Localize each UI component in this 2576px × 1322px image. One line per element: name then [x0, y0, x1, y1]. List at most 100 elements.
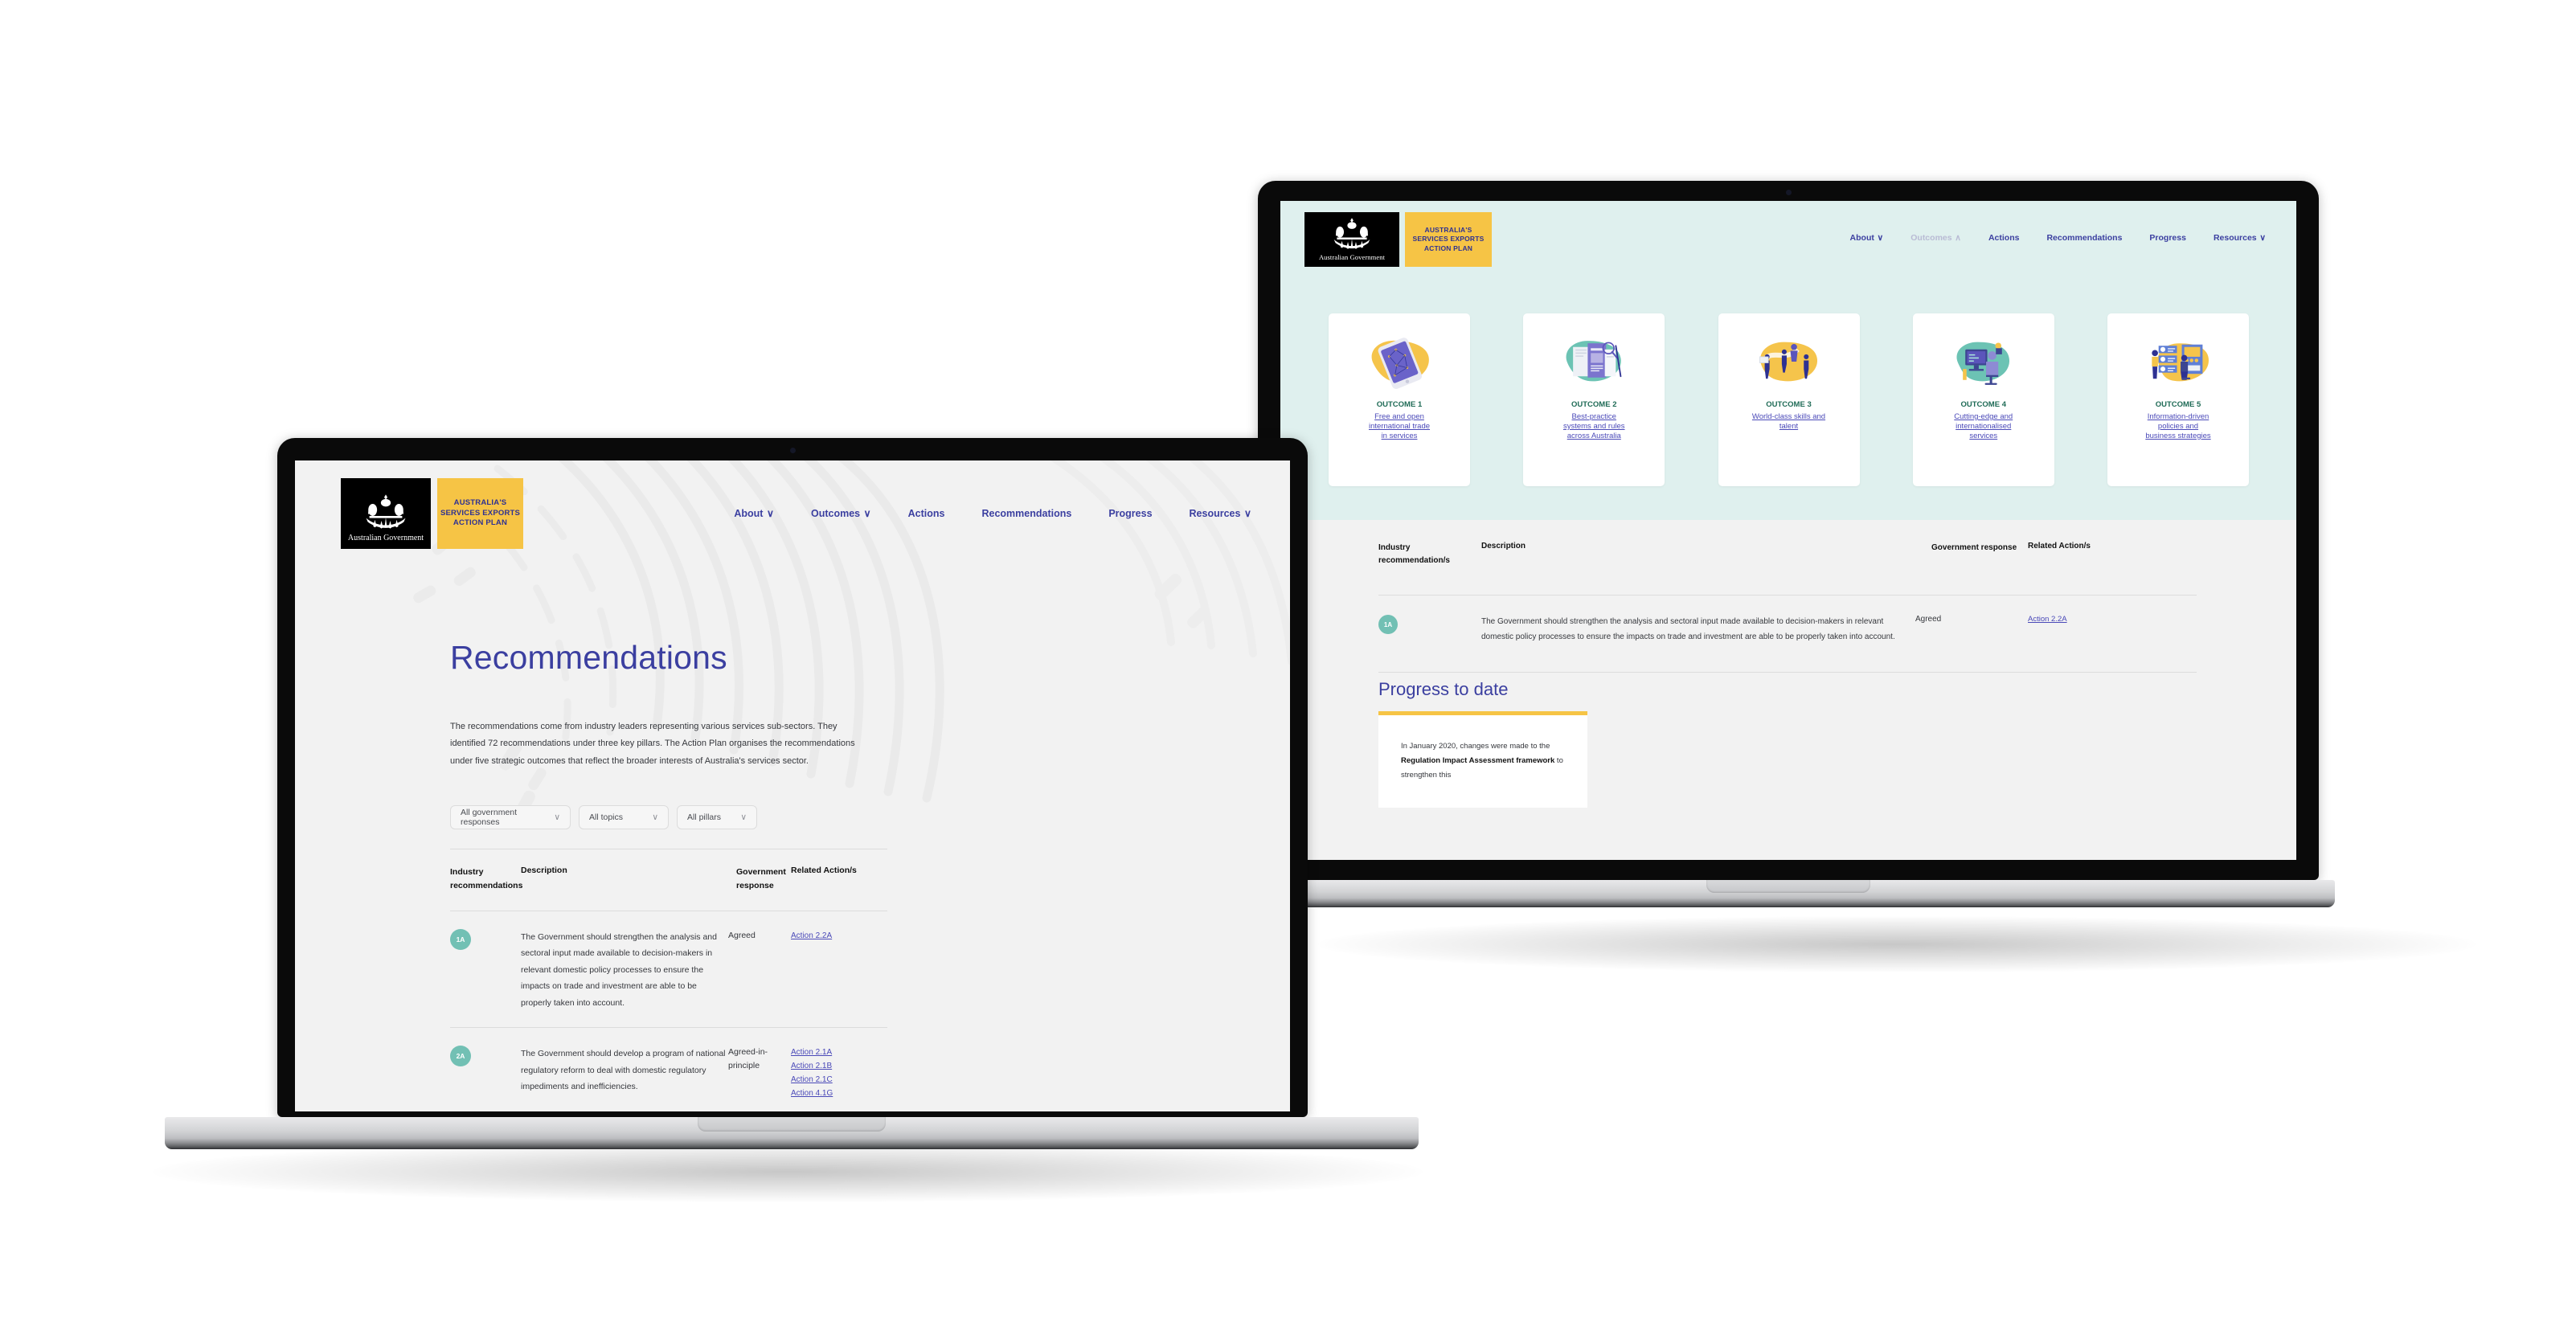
outcome-card-2[interactable]: OUTCOME 2 Best-practice systems and rule… [1523, 313, 1665, 486]
brand-line-1: AUSTRALIA'S [453, 497, 507, 507]
outcome-card-3[interactable]: OUTCOME 3 World-class skills and talent [1718, 313, 1860, 486]
outcome-card-4-link[interactable]: Cutting-edge and internationalised servi… [1947, 412, 2021, 441]
brand-line-2: SERVICES EXPORTS [1412, 235, 1485, 244]
left-row-2-response: Agreed-in-principle [728, 1047, 768, 1071]
government-logo-text-right: Australian Government [1318, 253, 1386, 261]
documents-magnifier-illustration-icon [1566, 341, 1622, 382]
nav-item-resources[interactable]: Resources ∨ [1189, 507, 1251, 520]
nav-label-resources: Resources [2213, 233, 2257, 243]
right-site-root: Australian Government AUSTRALIA'S SERVIC… [1280, 201, 2296, 860]
left-row-1-description: The Government should strengthen the ana… [521, 931, 717, 1008]
chevron-down-icon: ∨ [766, 508, 774, 519]
table-row: 1A The Government should strengthen the … [1378, 595, 2197, 645]
outcome-card-5[interactable]: OUTCOME 5 Information-driven policies an… [2107, 313, 2249, 486]
nav-label-actions: Actions [1988, 233, 2020, 243]
brand-line-3: ACTION PLAN [453, 518, 508, 528]
nav-label-about: About [1849, 233, 1874, 243]
filter-pillars[interactable]: All pillars ∨ [677, 805, 757, 830]
progress-to-date-title: Progress to date [1378, 679, 1509, 699]
nav-item-recommendations[interactable]: Recommendations [981, 508, 1071, 519]
related-action-link[interactable]: Action 2.1C [791, 1073, 887, 1087]
left-main-content: Recommendations The recommendations come… [450, 639, 1157, 1111]
left-laptop-camera [789, 448, 796, 453]
brand-line-2: SERVICES EXPORTS [440, 508, 521, 518]
right-recommendations-table: Industry recommendation/s Description Go… [1378, 542, 2197, 673]
outcome-cards-row: OUTCOME 1 Free and open international tr… [1329, 313, 2249, 486]
filter-government-responses-value: All government responses [461, 808, 518, 828]
outcome-card-5-caption: OUTCOME 5 [2155, 400, 2201, 409]
right-th-actions: Related Action/s [2028, 542, 2091, 550]
related-action-link[interactable]: Action 2.1B [791, 1059, 887, 1073]
nav-item-about[interactable]: About ∨ [1850, 233, 1884, 243]
nav-label-progress: Progress [1108, 507, 1153, 519]
primary-nav-right: About ∨ Outcomes ∧ Actions Recommendatio… [1850, 233, 2266, 243]
left-th-actions: Related Action/s [791, 866, 857, 876]
outcome-card-4[interactable]: OUTCOME 4 Cutting-edge and international… [1912, 313, 2054, 486]
left-row-2-badge: 2A [450, 1046, 471, 1067]
nav-label-recommendations: Recommendations [981, 507, 1072, 519]
nav-label-outcomes: Outcomes [810, 507, 861, 519]
right-th-response: Government response [1931, 543, 2017, 552]
progress-text-part1: In January 2020, changes were made to th… [1401, 742, 1550, 751]
outcome-card-3-caption: OUTCOME 3 [1766, 400, 1812, 409]
nav-item-progress[interactable]: Progress [1108, 508, 1152, 519]
brand-line-1: AUSTRALIA'S [1424, 225, 1472, 234]
right-table-bottom-rule [1378, 672, 2197, 673]
left-laptop-base [165, 1117, 1419, 1149]
government-logo-left[interactable]: Australian Government [341, 478, 431, 549]
nav-item-recommendations[interactable]: Recommendations [2046, 233, 2122, 243]
left-th-response: Government response [736, 867, 786, 891]
outcome-card-1-link[interactable]: Free and open international trade in ser… [1366, 412, 1432, 441]
left-row-1-badge: 1A [450, 928, 471, 950]
commonwealth-crest-icon [366, 494, 406, 529]
right-row-1-response: Agreed [1915, 615, 1942, 624]
outcome-card-2-caption: OUTCOME 2 [1571, 400, 1617, 409]
right-table-header: Industry recommendation/s Description Go… [1378, 542, 2197, 567]
outcome-card-3-link[interactable]: World-class skills and talent [1752, 412, 1826, 432]
dashboard-people-illustration-icon [2152, 343, 2209, 382]
left-row-1-response: Agreed [728, 930, 756, 940]
chevron-down-icon: ∨ [1243, 508, 1251, 519]
left-site-root: Australian Government AUSTRALIA'S SERVIC… [295, 460, 1290, 1111]
primary-nav-left: About ∨ Outcomes ∨ Actions Recommendatio… [734, 507, 1251, 520]
nav-item-progress[interactable]: Progress [2149, 233, 2186, 243]
progress-to-date-section: Progress to date In January 2020, change… [1378, 679, 2197, 808]
left-th-industry: Industry recommendations [450, 867, 523, 891]
nav-label-resources: Resources [1189, 507, 1241, 519]
nav-item-about[interactable]: About ∨ [734, 507, 774, 520]
chevron-down-icon: ∨ [2259, 233, 2266, 243]
filter-topics[interactable]: All topics ∨ [579, 805, 669, 830]
progress-text-bold: Regulation Impact Assessment framework [1401, 756, 1555, 766]
outcome-card-5-link[interactable]: Information-driven policies and business… [2145, 412, 2211, 441]
government-logo-right[interactable]: Australian Government [1304, 212, 1399, 267]
nav-item-actions[interactable]: Actions [1988, 233, 2020, 243]
outcome-card-2-link[interactable]: Best-practice systems and rules across A… [1562, 412, 1625, 441]
related-action-link[interactable]: Action 4.1G [791, 1087, 887, 1100]
right-th-description: Description [1481, 542, 1526, 550]
nav-item-outcomes[interactable]: Outcomes ∧ [1910, 233, 1961, 243]
chevron-down-icon: ∨ [652, 812, 658, 823]
filter-government-responses[interactable]: All government responses ∨ [450, 805, 571, 830]
screenshot-canvas: Australian Government AUSTRALIA'S SERVIC… [0, 0, 2576, 1322]
brand-line-3: ACTION PLAN [1423, 244, 1473, 252]
outcome-card-4-caption: OUTCOME 4 [1960, 400, 2006, 409]
nav-item-resources[interactable]: Resources ∨ [2214, 233, 2266, 243]
left-row-2-description: The Government should develop a program … [521, 1049, 726, 1092]
related-action-link[interactable]: Action 2.2A [2028, 615, 2197, 624]
nav-label-about: About [734, 507, 764, 519]
nav-label-outcomes: Outcomes [1910, 233, 1952, 243]
nav-label-actions: Actions [907, 507, 945, 519]
chevron-down-icon: ∨ [740, 812, 747, 823]
table-row: 2A The Government should develop a progr… [450, 1027, 887, 1100]
related-action-link[interactable]: Action 2.2A [791, 929, 887, 943]
right-laptop-screen: Australian Government AUSTRALIA'S SERVIC… [1280, 201, 2296, 860]
nav-item-actions[interactable]: Actions [908, 508, 945, 519]
right-row-1-description: The Government should strengthen the ana… [1481, 617, 1895, 641]
related-action-link[interactable]: Action 2.1A [791, 1046, 887, 1059]
filter-bar: All government responses ∨ All topics ∨ … [450, 805, 1157, 830]
nav-item-outcomes[interactable]: Outcomes ∨ [810, 507, 871, 520]
chevron-down-icon: ∨ [863, 508, 871, 519]
brand-block-right[interactable]: AUSTRALIA'S SERVICES EXPORTS ACTION PLAN [1405, 212, 1492, 267]
brand-block-left[interactable]: AUSTRALIA'S SERVICES EXPORTS ACTION PLAN [437, 478, 523, 549]
filter-topics-value: All topics [589, 812, 624, 823]
